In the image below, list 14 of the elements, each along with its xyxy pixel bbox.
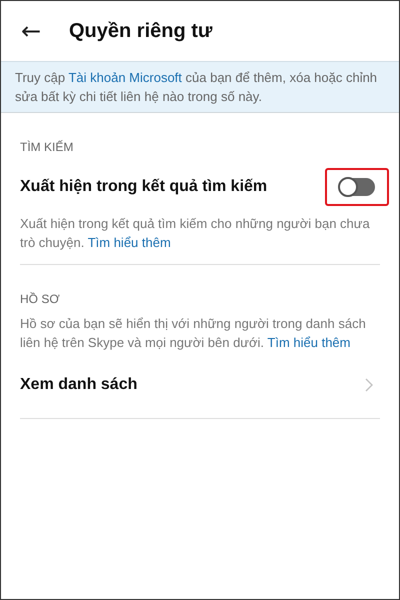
toggle-switch[interactable] (339, 178, 375, 196)
banner-text: Truy cập Tài khoản Microsoft của bạn để thêm, xóa hoặc chỉnh sửa bất kỳ chi tiết liên hệ nào trong số này. (15, 69, 378, 106)
learn-more-link[interactable]: Tìm hiểu thêm (267, 335, 350, 350)
microsoft-account-link[interactable]: Tài khoản Microsoft (68, 70, 182, 85)
back-button[interactable]: ← (15, 17, 47, 45)
setting-description: Xuất hiện trong kết quả tìm kiếm cho những người bạn chưa trò chuyện. Tìm hiểu thêm (20, 215, 371, 252)
section-description: Hồ sơ của bạn sẽ hiển thị với những người trong danh sách liên hệ trên Skype và mọi người bên dưới. Tìm hiểu thêm (20, 315, 367, 352)
setting-title: Xuất hiện trong kết quả tìm kiếm (20, 178, 268, 196)
section-heading: TÌM KIẾM (20, 140, 74, 154)
view-list-row[interactable]: Xem danh sách (20, 352, 380, 406)
learn-more-link[interactable]: Tìm hiểu thêm (88, 235, 171, 250)
chevron-right-icon (365, 378, 374, 392)
page-title: Quyền riêng tư (69, 20, 212, 42)
section-heading: HỒ SƠ (20, 292, 61, 306)
